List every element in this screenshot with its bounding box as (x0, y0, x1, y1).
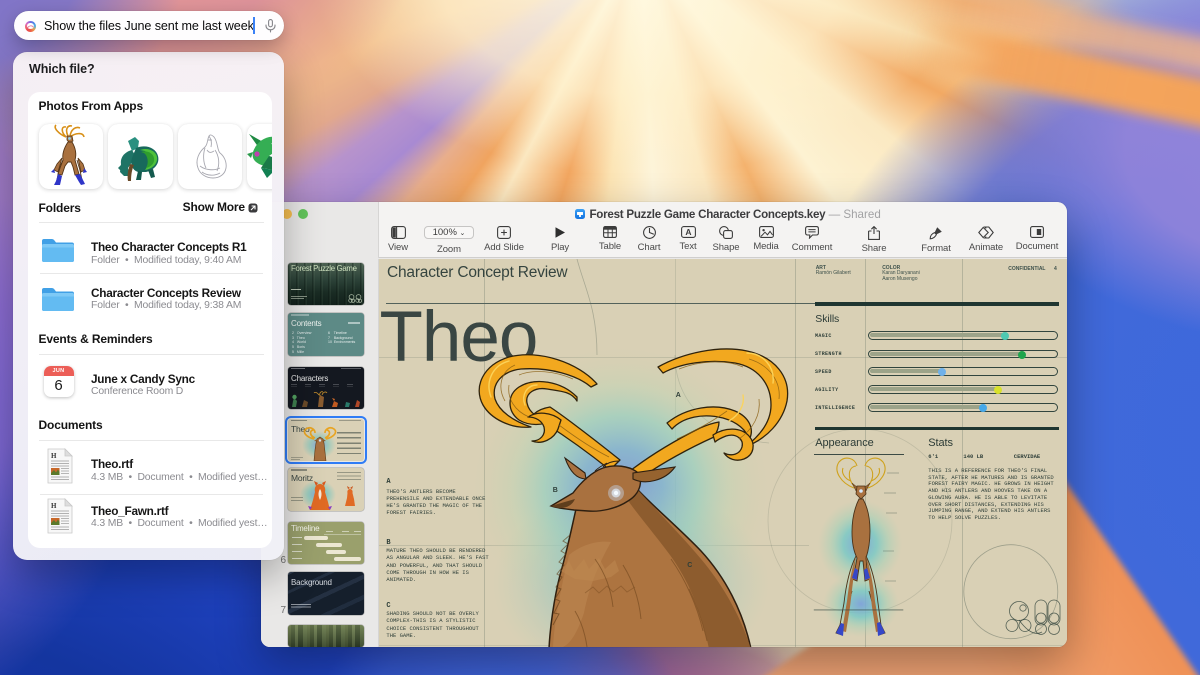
svg-text:A: A (685, 227, 691, 237)
svg-text:H: H (51, 502, 57, 510)
svg-text:H: H (51, 452, 57, 460)
